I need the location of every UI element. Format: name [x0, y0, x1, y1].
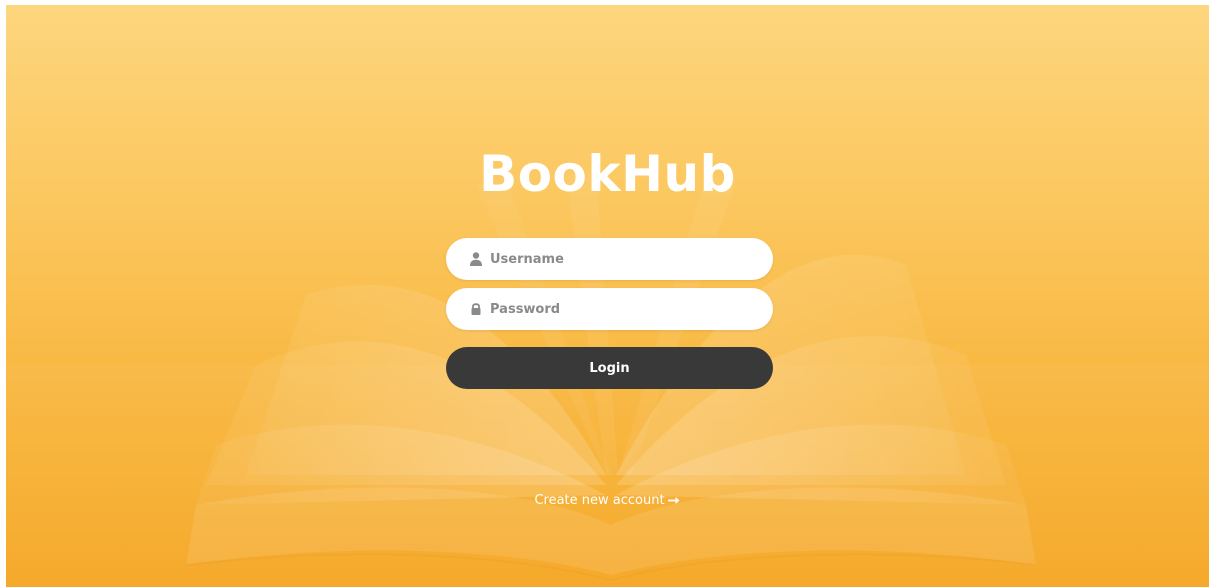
password-input[interactable]: [490, 288, 760, 330]
create-account-row: Create new account: [6, 493, 1209, 508]
lock-icon: [471, 303, 481, 315]
arrow-right-icon: [667, 497, 680, 504]
username-input[interactable]: [490, 238, 760, 280]
create-account-label: Create new account: [534, 493, 665, 508]
brand-title: BookHub: [479, 145, 736, 203]
username-field[interactable]: [446, 238, 773, 280]
password-field[interactable]: [446, 288, 773, 330]
login-button[interactable]: Login: [446, 347, 773, 389]
user-icon: [470, 252, 482, 266]
create-account-link[interactable]: Create new account: [534, 493, 680, 508]
login-screen: BookHub Login Create new account: [6, 5, 1209, 587]
